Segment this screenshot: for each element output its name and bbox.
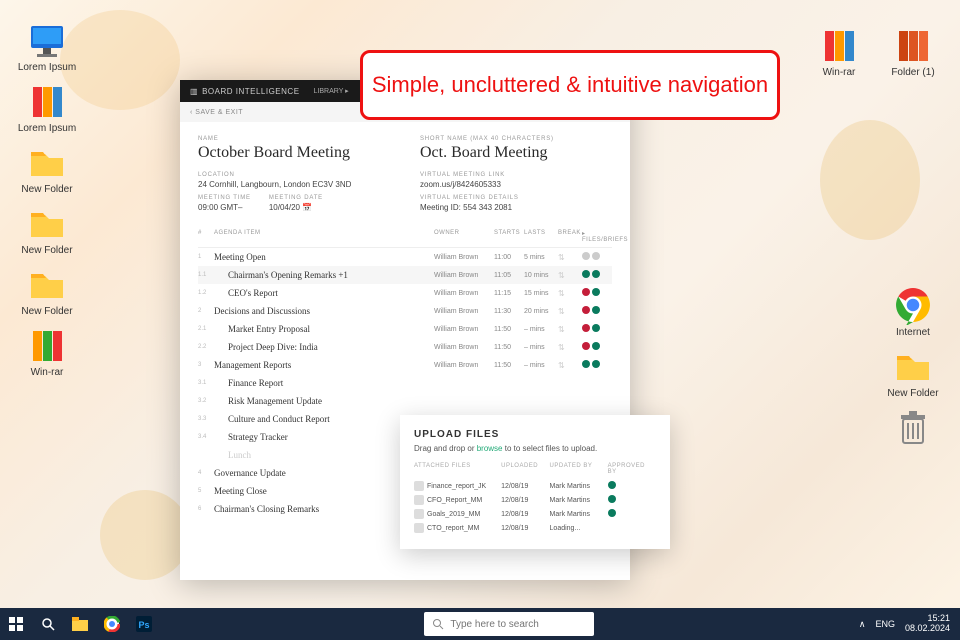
desktop-icons-right: Internet New Folder [878,285,948,449]
icon-label: Win-rar [31,367,64,378]
icon-label: Lorem Ipsum [18,62,76,73]
icon-label: Win-rar [823,67,856,78]
taskbar-search[interactable] [424,612,594,636]
binders2-icon [27,325,67,365]
desktop-icons-left: Lorem Ipsum Lorem Ipsum New Folder New Fold… [12,20,82,378]
app-logo: ▥ BOARD INTELLIGENCE [190,87,300,96]
system-tray: ∧ ENG 15:2108.02.2024 [859,614,960,634]
location-label: LOCATION [198,172,390,178]
icon-label: New Folder [21,306,72,317]
save-exit-button[interactable]: ‹ SAVE & EXIT [190,109,243,116]
file-icon [414,495,424,505]
vlink-label: VIRTUAL MEETING LINK [420,172,612,178]
icon-label: New Folder [887,388,938,399]
svg-text:Ps: Ps [138,620,149,630]
shortname-label: SHORT NAME (MAX 40 CHARACTERS) [420,136,612,142]
file-icon [414,481,424,491]
agenda-row[interactable]: 3Management ReportsWilliam Brown11:50– m… [198,356,612,374]
vdetails-value[interactable]: Meeting ID: 554 343 2081 [420,203,612,212]
check-icon [608,481,616,489]
monitor-icon [27,20,67,60]
tray-lang[interactable]: ENG [875,619,895,629]
location-value[interactable]: 24 Cornhill, Langbourn, London EC3V 3ND [198,180,390,189]
folder-icon [27,142,67,182]
icon-label: New Folder [21,245,72,256]
desktop-icon[interactable]: New Folder [878,346,948,399]
desktop-icons-right-top: Win-rar Folder (1) [804,25,948,78]
search-icon [432,618,444,630]
upload-row[interactable]: CTO_report_MM12/08/19Loading... [414,521,656,535]
agenda-header: # AGENDA ITEM OWNER STARTS LASTS BREAK ▸… [198,226,612,248]
desktop-icon[interactable]: Lorem Ipsum [12,81,82,134]
time-value[interactable]: 09:00 GMT– [198,203,251,212]
explorer-icon[interactable] [64,608,96,640]
date-value[interactable]: 10/04/20 📅 [269,203,323,212]
chrome-icon [893,285,933,325]
desktop-icon[interactable]: Lorem Ipsum [12,20,82,73]
tray-up-icon[interactable]: ∧ [859,619,866,630]
agenda-row[interactable]: 1Meeting OpenWilliam Brown11:005 mins⇅ [198,248,612,266]
callout-banner: Simple, uncluttered & intuitive navigati… [360,50,780,120]
photoshop-icon[interactable]: Ps [128,608,160,640]
check-icon [608,495,616,503]
desktop-icon[interactable] [878,407,948,449]
icon-label: Folder (1) [891,67,934,78]
desktop-icon[interactable]: New Folder [12,142,82,195]
desktop-icon[interactable]: Win-rar [804,25,874,78]
folder-icon [27,203,67,243]
agenda-row[interactable]: 2.1Market Entry ProposalWilliam Brown11:… [198,320,612,338]
icon-label: New Folder [21,184,72,195]
binders-icon [819,25,859,65]
agenda-row[interactable]: 3.1Finance Report [198,374,612,392]
date-label: MEETING DATE [269,195,323,201]
search-input[interactable] [450,619,586,630]
upload-row[interactable]: CFO_Report_MM12/08/19Mark Martins [414,493,656,507]
icon-label: Lorem Ipsum [18,123,76,134]
tray-clock[interactable]: 15:2108.02.2024 [905,614,950,634]
binders-icon [27,81,67,121]
meeting-name[interactable]: October Board Meeting [198,144,390,162]
start-button[interactable] [0,608,32,640]
desktop-icon[interactable]: Win-rar [12,325,82,378]
trash-icon [893,407,933,447]
folder-icon [893,346,933,386]
name-label: NAME [198,136,390,142]
file-icon [414,509,424,519]
folder-icon [27,264,67,304]
desktop-icon[interactable]: Internet [878,285,948,338]
upload-row[interactable]: Goals_2019_MM12/08/19Mark Martins [414,507,656,521]
upload-panel: UPLOAD FILES Drag and drop or browse to … [400,415,670,549]
desktop: Lorem Ipsum Lorem Ipsum New Folder New Fold… [0,0,960,640]
callout-text: Simple, uncluttered & intuitive navigati… [372,72,768,98]
file-icon [414,523,424,533]
check-icon [608,509,616,517]
vdetails-label: VIRTUAL MEETING DETAILS [420,195,612,201]
desktop-icon[interactable]: New Folder [12,264,82,317]
agenda-row[interactable]: 2.2Project Deep Dive: IndiaWilliam Brown… [198,338,612,356]
desktop-icon[interactable]: Folder (1) [878,25,948,78]
upload-hint: Drag and drop or browse to to select fil… [414,444,656,453]
search-icon[interactable] [32,608,64,640]
desktop-icon[interactable]: New Folder [12,203,82,256]
taskbar: Ps ∧ ENG 15:2108.02.2024 [0,608,960,640]
icon-label: Internet [896,327,930,338]
vlink-value[interactable]: zoom.us/j/8424605333 [420,180,612,189]
upload-rows: Finance_report_JK12/08/19Mark MartinsCFO… [414,479,656,535]
chrome-icon[interactable] [96,608,128,640]
time-label: MEETING TIME [198,195,251,201]
agenda-row[interactable]: 1.2CEO's ReportWilliam Brown11:1515 mins… [198,284,612,302]
upload-row[interactable]: Finance_report_JK12/08/19Mark Martins [414,479,656,493]
agenda-row[interactable]: 1.1Chairman's Opening Remarks +1William … [198,266,612,284]
agenda-row[interactable]: 2Decisions and DiscussionsWilliam Brown1… [198,302,612,320]
nav-library[interactable]: LIBRARY ▸ [314,87,349,95]
agenda-row[interactable]: 3.2Risk Management Update [198,392,612,410]
shortname-value[interactable]: Oct. Board Meeting [420,144,612,162]
browse-link[interactable]: browse [477,444,503,453]
binders3-icon [893,25,933,65]
upload-title: UPLOAD FILES [414,429,656,440]
